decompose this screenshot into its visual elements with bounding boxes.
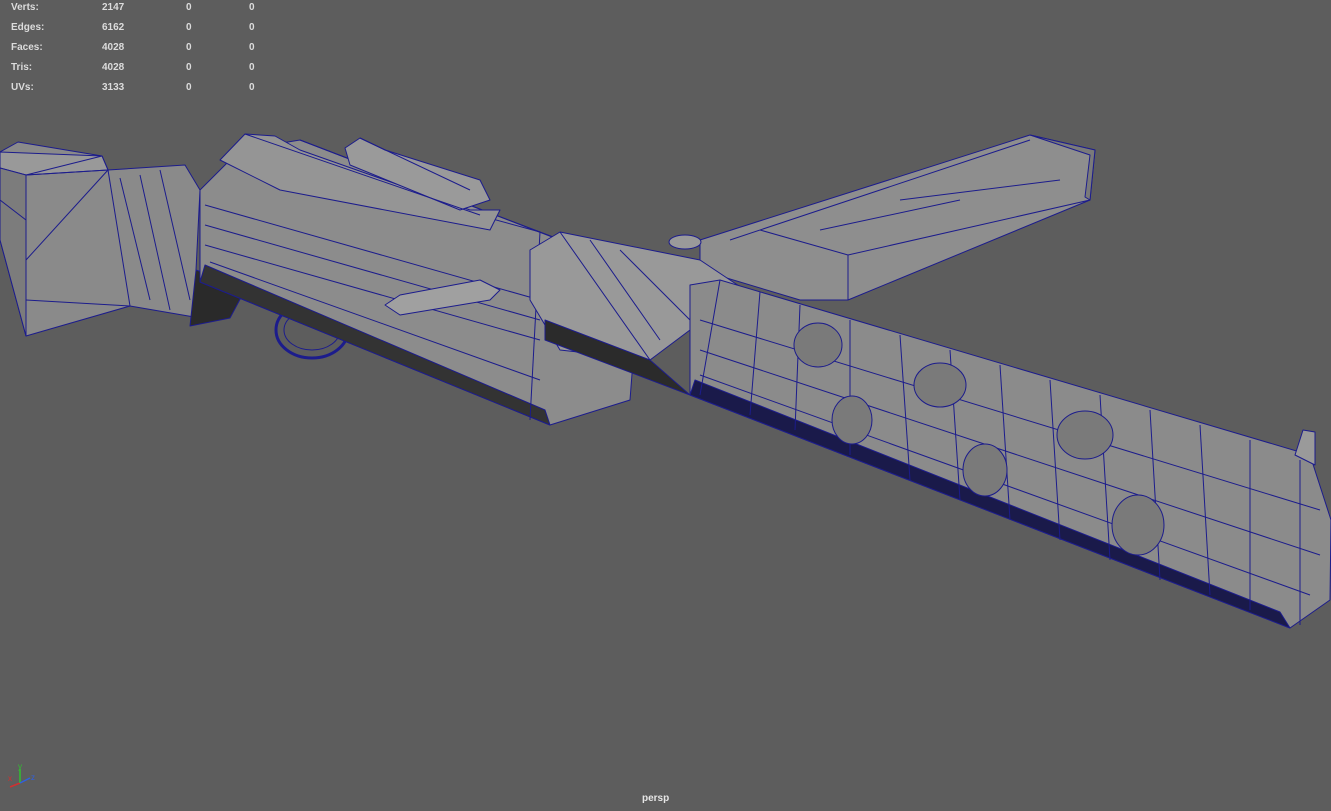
hud-value-selected: 0 bbox=[186, 22, 192, 33]
axis-x-label: x bbox=[8, 774, 12, 783]
vent-hole bbox=[793, 322, 843, 368]
hud-value-total: 4028 bbox=[102, 62, 125, 73]
hud-value-selected-alt: 0 bbox=[249, 82, 255, 93]
axis-y-label: y bbox=[18, 762, 22, 771]
poly-count-hud: Verts: 2147 0 0 Edges: 6162 0 0 Faces: 4… bbox=[11, 0, 271, 100]
barrel-shroud bbox=[689, 279, 1331, 629]
vent-hole bbox=[831, 395, 873, 445]
hud-value-selected-alt: 0 bbox=[249, 42, 255, 53]
vent-hole bbox=[1056, 410, 1114, 460]
hud-value-selected: 0 bbox=[186, 62, 192, 73]
hud-label: Verts: bbox=[11, 2, 39, 13]
hud-value-selected-alt: 0 bbox=[249, 62, 255, 73]
side-magazine bbox=[699, 134, 1096, 301]
hud-value-total: 2147 bbox=[102, 2, 125, 13]
hud-value-selected: 0 bbox=[186, 82, 192, 93]
hud-value-selected: 0 bbox=[186, 2, 192, 13]
hud-value-total: 4028 bbox=[102, 42, 125, 53]
hud-value-selected: 0 bbox=[186, 42, 192, 53]
hud-value-total: 6162 bbox=[102, 22, 125, 33]
hud-row-uvs: UVs: 3133 0 0 bbox=[11, 80, 271, 100]
rifle-wireframe-model[interactable] bbox=[0, 0, 1331, 811]
hud-value-selected-alt: 0 bbox=[249, 2, 255, 13]
hud-row-verts: Verts: 2147 0 0 bbox=[11, 0, 271, 20]
hud-label: Tris: bbox=[11, 62, 33, 73]
viewport-perspective[interactable]: Verts: 2147 0 0 Edges: 6162 0 0 Faces: 4… bbox=[0, 0, 1331, 811]
hud-value-selected-alt: 0 bbox=[249, 22, 255, 33]
vent-hole bbox=[962, 443, 1008, 497]
hud-row-edges: Edges: 6162 0 0 bbox=[11, 20, 271, 40]
hud-row-faces: Faces: 4028 0 0 bbox=[11, 40, 271, 60]
axis-z-label: z bbox=[31, 773, 35, 782]
hud-row-tris: Tris: 4028 0 0 bbox=[11, 60, 271, 80]
vent-hole bbox=[913, 362, 967, 408]
hud-label: Edges: bbox=[11, 22, 45, 33]
hud-value-total: 3133 bbox=[102, 82, 125, 93]
camera-name-label: persp bbox=[642, 793, 670, 804]
hud-label: Faces: bbox=[11, 42, 43, 53]
vent-hole bbox=[1111, 494, 1165, 556]
axis-gizmo-icon: x y z bbox=[8, 762, 35, 788]
hud-label: UVs: bbox=[11, 82, 34, 93]
